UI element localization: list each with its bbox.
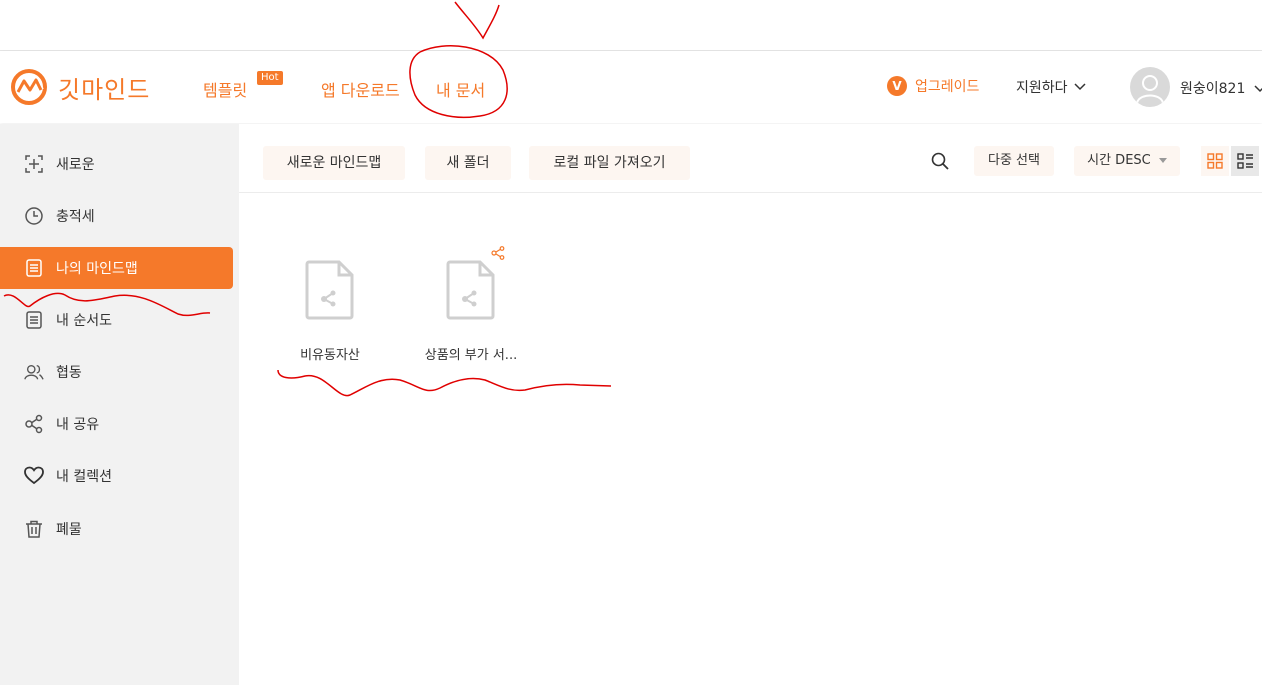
caret-down-icon [1158, 158, 1167, 163]
list-view-button[interactable] [1231, 146, 1259, 176]
file-name: 비유동자산 [300, 348, 360, 363]
sidebar: 새로운 충적세 나의 마인드맵 내 순서도 협동 내 공유 내 컬렉션 폐물 [0, 124, 239, 685]
mindmap-file-icon [305, 260, 354, 320]
brand-name[interactable]: 깃마인드 [58, 70, 150, 105]
import-local-file-button[interactable]: 로컬 파일 가져오기 [529, 146, 690, 180]
grid-view-button[interactable] [1201, 146, 1229, 176]
annotation-underline-files [277, 369, 612, 397]
document-icon [24, 258, 44, 278]
username-menu[interactable]: 원숭이821 [1180, 78, 1262, 98]
sidebar-item-recent[interactable]: 충적세 [0, 195, 233, 237]
grid-view-icon [1207, 153, 1223, 169]
toolbar: 새로운 마인드맵 새 폴더 로컬 파일 가져오기 다중 선택 시간 DESC [239, 124, 1262, 193]
support-menu[interactable]: 지원하다 [1016, 77, 1086, 97]
sidebar-item-label: 내 컬렉션 [56, 469, 112, 485]
upgrade-button[interactable]: V 업그레이드 [887, 76, 979, 96]
sidebar-item-label: 내 공유 [56, 417, 100, 433]
new-folder-button[interactable]: 새 폴더 [425, 146, 511, 180]
sort-label: 시간 DESC [1087, 153, 1151, 168]
sidebar-item-label: 협동 [56, 365, 82, 381]
nav-templates[interactable]: 템플릿 [203, 77, 247, 101]
sidebar-item-label: 나의 마인드맵 [56, 261, 138, 277]
nav-app-download[interactable]: 앱 다운로드 [321, 77, 400, 101]
new-mindmap-button[interactable]: 새로운 마인드맵 [263, 146, 405, 180]
sidebar-item-collaboration[interactable]: 협동 [0, 351, 233, 393]
gitmind-logo-icon[interactable] [10, 68, 50, 106]
heart-icon [24, 466, 44, 486]
chevron-down-icon [1254, 85, 1262, 93]
plus-square-icon [24, 154, 44, 174]
file-item[interactable]: 비유동자산 [265, 240, 395, 363]
sidebar-item-label: 새로운 [56, 157, 95, 173]
sidebar-item-label: 충적세 [56, 209, 95, 225]
app-header: 깃마인드 템플릿 Hot 앱 다운로드 내 문서 V 업그레이드 지원하다 원숭… [0, 51, 1262, 123]
sidebar-item-my-collection[interactable]: 내 컬렉션 [0, 455, 233, 497]
list-view-icon [1237, 153, 1253, 169]
multi-select-button[interactable]: 다중 선택 [974, 146, 1054, 176]
search-icon[interactable] [931, 152, 949, 170]
mindmap-file-icon [446, 260, 495, 320]
upgrade-label: 업그레이드 [915, 79, 980, 95]
vip-badge-icon: V [887, 76, 907, 96]
share-icon [24, 414, 44, 434]
chevron-down-icon [1074, 83, 1086, 91]
file-name: 상품의 부가 서... [424, 348, 518, 363]
support-label: 지원하다 [1016, 80, 1068, 96]
clock-icon [24, 206, 44, 226]
trash-icon [24, 519, 44, 539]
top-blank-strip [0, 0, 1262, 51]
hot-badge: Hot [257, 71, 283, 85]
document-icon [24, 310, 44, 330]
nav-my-documents[interactable]: 내 문서 [436, 77, 485, 101]
file-item[interactable]: 상품의 부가 서... [406, 240, 536, 363]
sidebar-item-trash[interactable]: 폐물 [0, 508, 233, 550]
username-label: 원숭이821 [1180, 81, 1246, 97]
sidebar-item-my-shares[interactable]: 내 공유 [0, 403, 233, 445]
avatar[interactable] [1130, 67, 1170, 107]
sidebar-item-my-flowcharts[interactable]: 내 순서도 [0, 299, 233, 341]
sort-dropdown[interactable]: 시간 DESC [1074, 146, 1180, 176]
sidebar-item-label: 폐물 [56, 522, 82, 538]
sidebar-item-my-mindmaps[interactable]: 나의 마인드맵 [0, 247, 233, 289]
users-icon [24, 362, 44, 382]
sidebar-item-new[interactable]: 새로운 [0, 143, 233, 185]
shared-icon [491, 246, 505, 260]
sidebar-item-label: 내 순서도 [56, 313, 112, 329]
user-silhouette-icon [1136, 75, 1164, 104]
